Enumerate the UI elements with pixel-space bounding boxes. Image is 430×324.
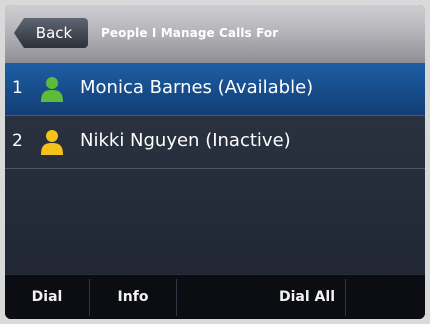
row-index: 2 [12, 131, 23, 151]
softkey-bar: Dial Info Dial All [5, 274, 425, 319]
contact-row-nikki-nguyen[interactable]: 2 Nikki Nguyen (Inactive) [5, 116, 425, 169]
page-title: People I Manage Calls For [101, 26, 279, 40]
title-bar: Back People I Manage Calls For [5, 5, 425, 63]
dial-softkey[interactable]: Dial [5, 275, 89, 319]
row-index: 1 [12, 78, 23, 98]
contact-row-monica-barnes[interactable]: 1 Monica Barnes (Available) [5, 63, 425, 116]
dial-all-softkey[interactable]: Dial All [177, 275, 343, 319]
back-button[interactable]: Back [14, 18, 88, 48]
phone-screen: Back People I Manage Calls For 1 Monica … [5, 5, 425, 319]
empty-softkey[interactable] [346, 275, 425, 319]
contact-name: Nikki Nguyen (Inactive) [80, 130, 291, 151]
person-inactive-icon [41, 130, 63, 155]
person-available-icon [41, 77, 63, 102]
contact-list: 1 Monica Barnes (Available) 2 Nikki Nguy… [5, 63, 425, 169]
contact-name: Monica Barnes (Available) [80, 77, 314, 98]
info-softkey[interactable]: Info [90, 275, 176, 319]
